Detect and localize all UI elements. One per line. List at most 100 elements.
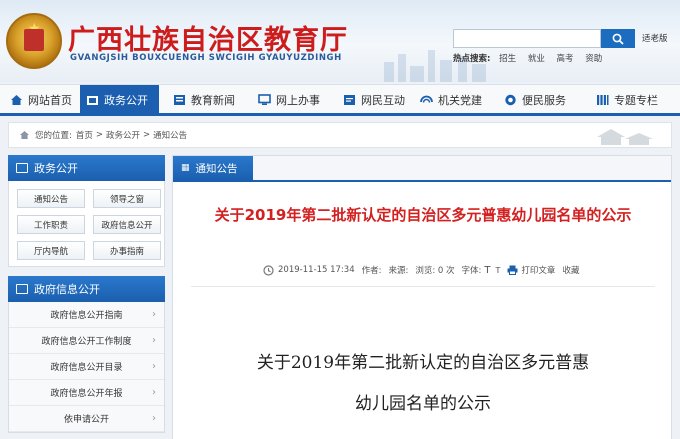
chevron-right-icon: › bbox=[152, 361, 156, 372]
nav-item-label: 便民服务 bbox=[522, 93, 566, 107]
nav-item-label: 教育新闻 bbox=[191, 93, 235, 107]
gate-icon bbox=[24, 29, 44, 51]
source-label: 来源: bbox=[388, 266, 409, 276]
panel-header-gov-affairs: 政务公开 bbox=[8, 155, 165, 181]
emblem-logo[interactable]: ★ bbox=[6, 13, 62, 69]
hot-search-keyword[interactable]: 招生 bbox=[499, 54, 516, 64]
view-count: 浏览: 0 次 bbox=[415, 266, 455, 276]
hot-search-keyword[interactable]: 高考 bbox=[557, 54, 574, 64]
columns-icon bbox=[597, 94, 609, 105]
sidebar-button-duties[interactable]: 工作职责 bbox=[17, 215, 85, 234]
main-tabbar: ▦ 通知公告 bbox=[173, 156, 671, 182]
sidebar-button-dept-nav[interactable]: 厅内导航 bbox=[17, 241, 85, 260]
printer-icon bbox=[507, 265, 518, 275]
nav-item-label: 机关党建 bbox=[438, 93, 482, 107]
breadcrumb-separator: > bbox=[143, 130, 151, 140]
font-large-button[interactable]: T bbox=[484, 265, 490, 276]
chevron-right-icon: › bbox=[152, 309, 156, 320]
panel-title: 政务公开 bbox=[34, 162, 78, 175]
hot-search-keyword[interactable]: 资助 bbox=[585, 54, 602, 64]
monitor-icon bbox=[16, 163, 28, 173]
article-meta: 2019-11-15 17:34 作者: 来源: 浏览: 0 次 字体: T T… bbox=[263, 264, 603, 276]
list-item-label: 政府信息公开目录 bbox=[50, 363, 123, 373]
info-disclosure-panel: 政府信息公开 政府信息公开指南 › 政府信息公开工作制度 › 政府信息公开目录 … bbox=[8, 276, 165, 433]
nav-item-label: 网上办事 bbox=[276, 93, 320, 107]
sidebar-list-item[interactable]: 政府信息公开目录 › bbox=[9, 354, 164, 380]
font-size-label: 字体: bbox=[461, 266, 482, 276]
hot-search: 热点搜索: 招生 就业 高考 资助 bbox=[453, 52, 611, 64]
breadcrumb-prefix: 您的位置: bbox=[35, 131, 72, 141]
list-item-label: 政府信息公开工作制度 bbox=[41, 337, 132, 347]
chevron-right-icon: › bbox=[152, 413, 156, 424]
panel-header-info-disclosure: 政府信息公开 bbox=[8, 276, 165, 302]
flag-icon bbox=[420, 95, 433, 103]
search-button[interactable] bbox=[601, 29, 635, 48]
nav-item-public-service[interactable]: 便民服务 bbox=[502, 85, 590, 114]
list-item-label: 政府信息公开指南 bbox=[50, 311, 123, 321]
nav-item-label: 政务公开 bbox=[104, 93, 148, 107]
list-item-label: 依申请公开 bbox=[63, 415, 109, 425]
service-icon bbox=[505, 94, 516, 105]
main-nav: 网站首页 政务公开 教育新闻 网上办事 网民互动 机关党建 便民服务 专题专栏 bbox=[0, 84, 680, 116]
font-small-button[interactable]: T bbox=[496, 266, 501, 275]
home-icon bbox=[20, 131, 29, 139]
folder-icon bbox=[16, 284, 28, 294]
nav-item-home[interactable]: 网站首页 bbox=[0, 85, 80, 114]
article-body-line: 幼儿园名单的公示 bbox=[355, 394, 491, 414]
breadcrumb: 您的位置: 首页 > 政务公开 > 通知公告 bbox=[8, 122, 672, 148]
site-title[interactable]: 广西壮族自治区教育厅 bbox=[68, 18, 348, 57]
main-content: ▦ 通知公告 关于2019年第二批新认定的自治区多元普惠幼儿园名单的公示 201… bbox=[172, 155, 672, 439]
article-title: 关于2019年第二批新认定的自治区多元普惠幼儿园名单的公示 bbox=[214, 206, 632, 224]
hot-search-keyword[interactable]: 就业 bbox=[528, 54, 545, 64]
nav-item-online-service[interactable]: 网上办事 bbox=[245, 85, 331, 114]
search-input[interactable] bbox=[453, 29, 601, 48]
tab-label: 通知公告 bbox=[195, 162, 238, 175]
author-label: 作者: bbox=[361, 266, 382, 276]
elderly-mode-link[interactable]: 适老版 bbox=[642, 32, 668, 44]
hot-search-label: 热点搜索: bbox=[453, 54, 491, 64]
gov-affairs-panel: 通知公告 领导之窗 工作职责 政府信息公开 厅内导航 办事指南 bbox=[8, 181, 165, 267]
nav-item-label: 网站首页 bbox=[28, 93, 72, 107]
site-subtitle: GVANGJSIH BOUXCUENGH SWCIGIH GYAUYUZDING… bbox=[70, 53, 342, 63]
article-body-line: 关于2019年第二批新认定的自治区多元普惠 bbox=[256, 353, 590, 373]
favorite-button[interactable]: 收藏 bbox=[562, 264, 579, 276]
sidebar: 政务公开 通知公告 领导之窗 工作职责 政府信息公开 厅内导航 办事指南 政府信… bbox=[8, 155, 165, 439]
panel-title: 政府信息公开 bbox=[34, 283, 100, 296]
sidebar-button-guide[interactable]: 办事指南 bbox=[93, 241, 161, 260]
sidebar-list-item[interactable]: 政府信息公开年报 › bbox=[9, 380, 164, 406]
print-button[interactable]: 打印文章 bbox=[521, 264, 555, 276]
chevron-right-icon: › bbox=[152, 335, 156, 346]
chat-icon bbox=[344, 94, 355, 105]
list-item-label: 政府信息公开年报 bbox=[50, 389, 123, 399]
breadcrumb-link[interactable]: 政务公开 bbox=[106, 129, 140, 141]
search-icon bbox=[612, 33, 624, 45]
tab-notices[interactable]: ▦ 通知公告 bbox=[173, 156, 253, 180]
nav-item-interaction[interactable]: 网民互动 bbox=[331, 85, 416, 114]
grid-icon: ▦ bbox=[181, 163, 190, 173]
chevron-right-icon: › bbox=[152, 387, 156, 398]
breadcrumb-current[interactable]: 通知公告 bbox=[153, 129, 187, 141]
sidebar-list-item[interactable]: 政府信息公开工作制度 › bbox=[9, 328, 164, 354]
breadcrumb-link[interactable]: 首页 bbox=[76, 129, 93, 141]
folder-icon bbox=[87, 95, 98, 105]
sidebar-button-info-disclosure[interactable]: 政府信息公开 bbox=[93, 215, 161, 234]
publish-date: 2019-11-15 17:34 bbox=[278, 265, 355, 275]
nav-item-edu-news[interactable]: 教育新闻 bbox=[159, 85, 245, 114]
sidebar-list-item[interactable]: 政府信息公开指南 › bbox=[9, 302, 164, 328]
home-icon bbox=[11, 94, 22, 105]
sidebar-button-notices[interactable]: 通知公告 bbox=[17, 189, 85, 208]
monitor-icon bbox=[258, 93, 271, 105]
sidebar-list-item[interactable]: 依申请公开 › bbox=[9, 406, 164, 432]
divider bbox=[191, 286, 655, 287]
nav-item-gov-affairs[interactable]: 政务公开 bbox=[80, 85, 159, 114]
nav-item-party[interactable]: 机关党建 bbox=[416, 85, 502, 114]
clock-icon bbox=[263, 264, 274, 276]
pavilion-decoration bbox=[597, 129, 653, 145]
breadcrumb-separator: > bbox=[95, 130, 104, 140]
nav-item-label: 专题专栏 bbox=[614, 93, 658, 107]
nav-item-special-topics[interactable]: 专题专栏 bbox=[590, 85, 680, 114]
nav-item-label: 网民互动 bbox=[361, 93, 405, 107]
site-header: ★ 广西壮族自治区教育厅 GVANGJSIH BOUXCUENGH SWCIGI… bbox=[0, 0, 680, 82]
news-icon bbox=[174, 94, 185, 105]
sidebar-button-leaders[interactable]: 领导之窗 bbox=[93, 189, 161, 208]
